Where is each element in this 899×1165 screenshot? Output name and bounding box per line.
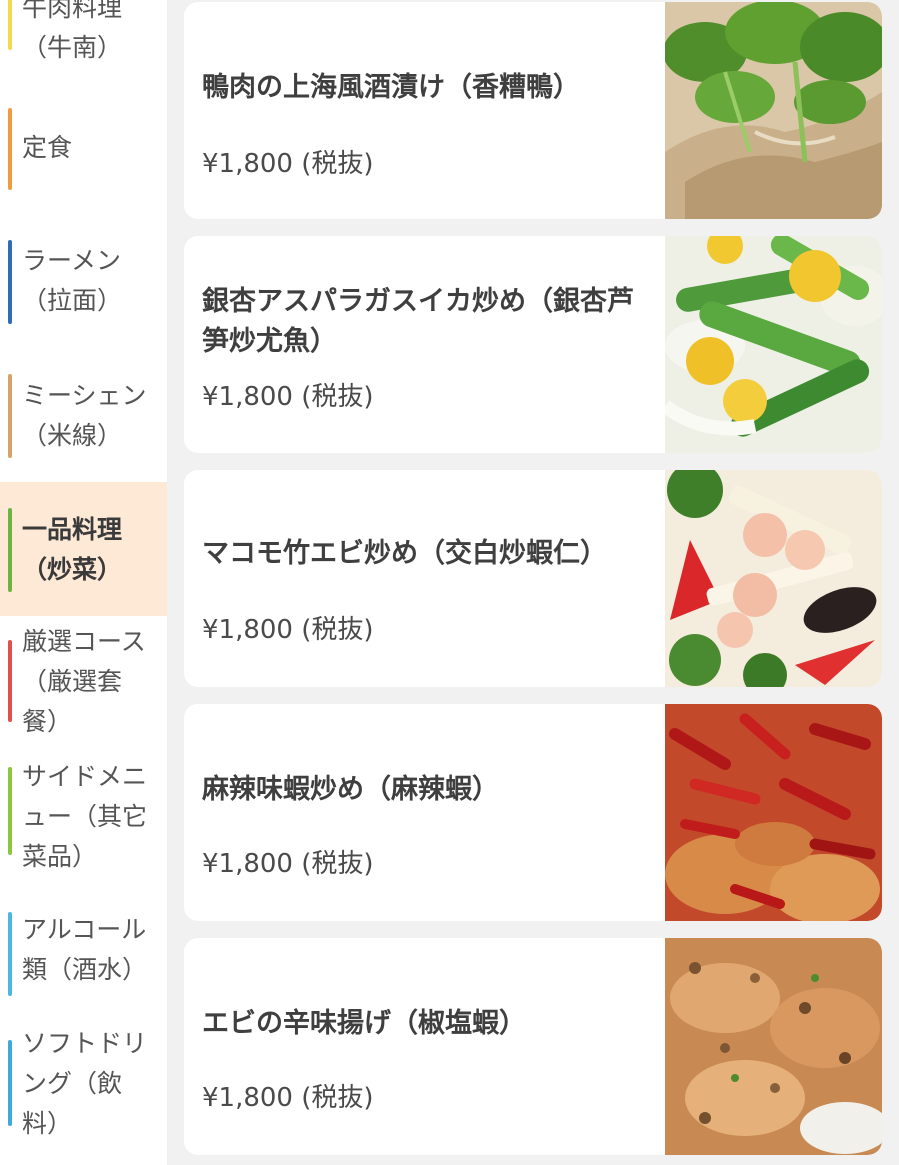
sidebar-item-ippin[interactable]: 一品料理（炒菜） — [0, 482, 167, 616]
category-color-bar — [8, 0, 12, 50]
category-color-bar — [8, 374, 12, 458]
sidebar-item-label: サイドメニュー（其它菜品） — [22, 762, 148, 871]
sidebar-item-soft-drink[interactable]: ソフトドリング（飲料） — [0, 1022, 167, 1147]
menu-item-name: 麻辣味蝦炒め（麻辣蝦） — [202, 774, 499, 805]
sidebar-item-course[interactable]: 厳選コース（厳選套餐） — [0, 620, 167, 742]
sidebar-item-teishoku[interactable]: 定食 — [0, 100, 167, 195]
category-color-bar — [8, 1040, 12, 1126]
sidebar-item-label: 一品料理（炒菜） — [22, 515, 123, 584]
sidebar-item-mixian[interactable]: ミーシェン（米線） — [0, 370, 167, 462]
menu-item-card[interactable]: エビの辛味揚げ（椒塩蝦） ¥1,800 (税抜) — [184, 938, 882, 1155]
category-color-bar — [8, 767, 12, 855]
sidebar-item-label: アルコール類（酒水） — [22, 915, 148, 984]
category-sidebar: 牛肉料理（牛南） 定食 ラーメン（拉面） ミーシェン（米線） 一品料理（炒菜） … — [0, 0, 167, 1165]
duck-photo — [665, 2, 882, 219]
menu-item-price: ¥1,800 (税抜) — [202, 149, 374, 179]
sidebar-item-label: 厳選コース（厳選套餐） — [22, 627, 146, 736]
sidebar-item-label: ミーシェン（米線） — [22, 381, 147, 450]
category-color-bar — [8, 240, 12, 324]
sidebar-item-label: ソフトドリング（飲料） — [22, 1029, 148, 1138]
category-color-bar — [8, 108, 12, 190]
sidebar-item-label: ラーメン（拉面） — [22, 246, 123, 315]
sidebar-item-label: 定食 — [22, 133, 73, 162]
spicy-shrimp-photo — [665, 704, 882, 921]
menu-item-price: ¥1,800 (税抜) — [202, 849, 374, 879]
sidebar-item-ramen[interactable]: ラーメン（拉面） — [0, 235, 167, 327]
sidebar-item-side-menu[interactable]: サイドメニュー（其它菜品） — [0, 755, 167, 877]
sidebar-item-beef[interactable]: 牛肉料理（牛南） — [0, 0, 167, 68]
menu-item-price: ¥1,800 (税抜) — [202, 382, 374, 412]
sidebar-item-alcohol[interactable]: アルコール類（酒水） — [0, 908, 167, 1000]
menu-page: 牛肉料理（牛南） 定食 ラーメン（拉面） ミーシェン（米線） 一品料理（炒菜） … — [0, 0, 899, 1165]
menu-item-name: エビの辛味揚げ（椒塩蝦） — [202, 1008, 526, 1039]
menu-item-name: 鴨肉の上海風酒漬け（香糟鴨） — [202, 72, 580, 103]
menu-item-price: ¥1,800 (税抜) — [202, 1083, 374, 1113]
menu-item-card[interactable]: 麻辣味蝦炒め（麻辣蝦） ¥1,800 (税抜) — [184, 704, 882, 921]
menu-item-name: マコモ竹エビ炒め（交白炒蝦仁） — [202, 538, 607, 569]
asparagus-squid-photo — [665, 236, 882, 453]
sidebar-item-label: 牛肉料理（牛南） — [22, 0, 123, 62]
menu-item-price: ¥1,800 (税抜) — [202, 615, 374, 645]
category-color-bar — [8, 640, 12, 722]
category-color-bar — [8, 508, 12, 592]
menu-item-name: 銀杏アスパラガスイカ炒め（銀杏芦笋炒尤魚） — [202, 286, 634, 357]
menu-item-card[interactable]: 鴨肉の上海風酒漬け（香糟鴨） ¥1,800 (税抜) — [184, 2, 882, 219]
fried-shrimp-photo — [665, 938, 882, 1155]
category-color-bar — [8, 912, 12, 996]
menu-item-card[interactable]: 銀杏アスパラガスイカ炒め（銀杏芦笋炒尤魚） ¥1,800 (税抜) — [184, 236, 882, 453]
shrimp-stirfry-photo — [665, 470, 882, 687]
menu-item-card[interactable]: マコモ竹エビ炒め（交白炒蝦仁） ¥1,800 (税抜) — [184, 470, 882, 687]
